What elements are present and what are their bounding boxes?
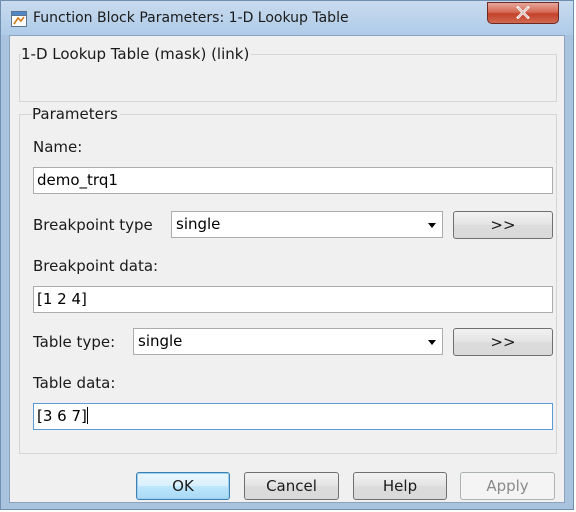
cancel-button[interactable]: Cancel [244,472,339,500]
mask-heading: 1-D Lookup Table (mask) (link) [21,45,252,63]
table-type-select[interactable]: single [133,328,443,355]
name-field[interactable]: demo_trq1 [33,167,553,194]
breakpoint-data-field[interactable]: [1 2 4] [33,286,553,313]
close-button[interactable] [487,2,559,24]
dropdown-arrow-icon [428,340,436,345]
breakpoint-type-label: Breakpoint type [33,216,153,234]
breakpoint-type-select[interactable]: single [171,211,443,238]
table-type-expand-button[interactable]: >> [453,328,553,356]
table-data-label: Table data: [33,374,116,392]
name-value: demo_trq1 [37,171,118,189]
parameters-heading: Parameters [32,105,120,123]
title-bar[interactable]: Function Block Parameters: 1-D Lookup Ta… [1,1,573,35]
breakpoint-data-value: [1 2 4] [37,290,87,308]
table-data-field[interactable]: [3 6 7] [33,403,553,430]
apply-button: Apply [460,472,555,500]
table-type-label: Table type: [33,333,116,351]
table-type-value: single [138,332,183,350]
text-cursor [86,407,88,424]
window-title: Function Block Parameters: 1-D Lookup Ta… [33,10,349,26]
dialog-body: 1-D Lookup Table (mask) (link) Parameter… [9,35,565,503]
ok-button[interactable]: OK [136,472,230,500]
table-data-value: [3 6 7] [37,407,87,425]
help-button[interactable]: Help [353,472,447,500]
close-icon [516,4,530,23]
breakpoint-type-value: single [176,215,221,233]
dropdown-arrow-icon [428,223,436,228]
name-label: Name: [33,138,83,156]
breakpoint-type-expand-button[interactable]: >> [453,211,553,239]
dialog-window: Function Block Parameters: 1-D Lookup Ta… [0,0,574,510]
breakpoint-data-label: Breakpoint data: [33,257,159,275]
app-icon [11,11,27,27]
